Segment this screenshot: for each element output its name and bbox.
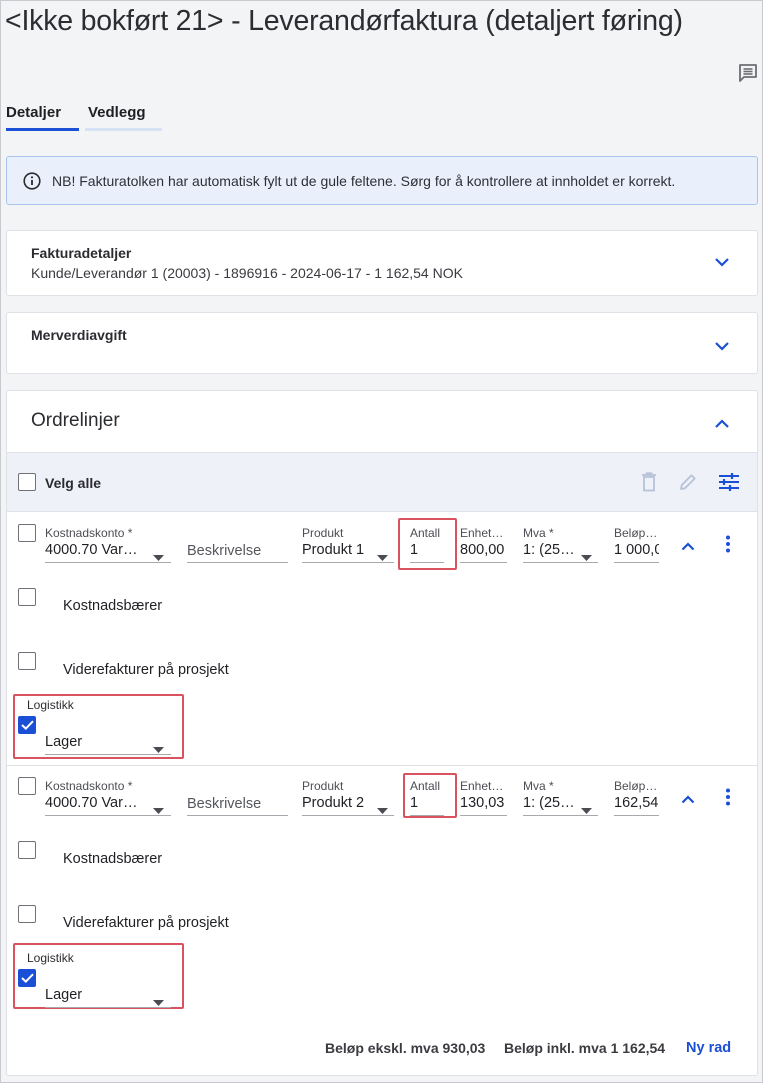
line-2-warehouse-underline bbox=[45, 1007, 171, 1008]
line-2-warehouse-value[interactable]: Lager bbox=[45, 987, 125, 1003]
line-2-logistics-label: Logistikk bbox=[27, 951, 74, 965]
line-1-amount-label: Beløp inkl. mva bbox=[614, 526, 659, 540]
line-1-warehouse-value[interactable]: Lager bbox=[45, 734, 125, 750]
line-2-quantity-label: Antall bbox=[410, 779, 441, 793]
line-2-cost-account-label: Kostnadskonto * bbox=[45, 779, 133, 793]
total-incl-vat: Beløp inkl. mva 1 162,54 bbox=[504, 1040, 666, 1056]
line-2-vat-value[interactable]: 1: (25%) bbox=[523, 795, 575, 811]
select-all-label: Velg alle bbox=[45, 475, 102, 491]
line-1-unit-price-label: Enhetspris bbox=[460, 526, 507, 540]
line-1-unit-price-value[interactable]: 800,00 bbox=[460, 542, 507, 558]
line-1-checkbox[interactable] bbox=[18, 524, 36, 542]
tab-details[interactable]: Detaljer bbox=[6, 104, 61, 121]
line-2-quantity-value[interactable]: 1 bbox=[410, 795, 444, 811]
pencil-icon[interactable] bbox=[678, 472, 698, 497]
line-1-cost-account-underline bbox=[45, 562, 171, 563]
dropdown-arrow-icon[interactable] bbox=[153, 801, 164, 819]
line-2-checkbox[interactable] bbox=[18, 777, 36, 795]
vat-title: Merverdiavgift bbox=[31, 327, 127, 343]
dropdown-arrow-icon[interactable] bbox=[153, 740, 164, 758]
line-2-amount-underline bbox=[614, 815, 659, 816]
line-2-cost-carrier-checkbox[interactable] bbox=[18, 841, 36, 859]
tab-attachments[interactable]: Vedlegg bbox=[88, 104, 146, 121]
invoice-details-title: Fakturadetaljer bbox=[31, 245, 132, 261]
vat-card[interactable] bbox=[6, 312, 758, 374]
line-1-amount-underline bbox=[614, 562, 659, 563]
comment-icon[interactable] bbox=[738, 63, 758, 88]
chevron-up-icon[interactable] bbox=[681, 538, 695, 556]
chevron-up-icon[interactable] bbox=[714, 416, 730, 434]
line-1-warehouse-underline bbox=[45, 754, 171, 755]
line-1-logistics-checkbox[interactable] bbox=[18, 716, 36, 734]
app-window: <Ikke bokført 21> - Leverandørfaktura (d… bbox=[0, 0, 763, 1083]
dropdown-arrow-icon[interactable] bbox=[377, 801, 388, 819]
new-row-button[interactable]: Ny rad bbox=[686, 1040, 731, 1056]
line-1-cost-account-value[interactable]: 4000.70 Varekjøp bbox=[45, 542, 145, 558]
line-1-logistics-label: Logistikk bbox=[27, 698, 74, 712]
line-2-description-underline bbox=[187, 815, 288, 816]
line-1-reinvoice-checkbox[interactable] bbox=[18, 652, 36, 670]
line-1-vat-value[interactable]: 1: (25%) bbox=[523, 542, 575, 558]
total-excl-vat: Beløp ekskl. mva 930,03 bbox=[325, 1040, 486, 1056]
line-1-product-underline bbox=[302, 562, 394, 563]
line-2-unit-price-label: Enhetspris bbox=[460, 779, 507, 793]
line-2-logistics-checkbox[interactable] bbox=[18, 969, 36, 987]
info-icon bbox=[23, 172, 41, 195]
page-title: <Ikke bokført 21> - Leverandørfaktura (d… bbox=[5, 5, 683, 37]
line-2-description-field[interactable]: Beskrivelse bbox=[187, 796, 261, 812]
line-1-reinvoice-label: Viderefakturer på prosjekt bbox=[63, 662, 229, 678]
line-2-cost-account-underline bbox=[45, 815, 171, 816]
line-1-product-value[interactable]: Produkt 1 bbox=[302, 542, 372, 558]
line-1-vat-label: Mva * bbox=[523, 526, 554, 540]
line-2-vat-label: Mva * bbox=[523, 779, 554, 793]
line-1-quantity-label: Antall bbox=[410, 526, 441, 540]
line-2-product-value[interactable]: Produkt 2 bbox=[302, 795, 372, 811]
line-1-unit-price-underline bbox=[460, 562, 507, 563]
line-2-cost-account-value[interactable]: 4000.70 Varekjøp bbox=[45, 795, 145, 811]
more-vertical-icon[interactable] bbox=[725, 535, 731, 558]
line-2-unit-price-value[interactable]: 130,03 bbox=[460, 795, 507, 811]
line-1-quantity-value[interactable]: 1 bbox=[410, 542, 444, 558]
line-1-quantity-underline bbox=[410, 562, 444, 563]
line-1-cost-carrier-label: Kostnadsbærer bbox=[63, 598, 163, 614]
dropdown-arrow-icon[interactable] bbox=[581, 801, 592, 819]
line-1-amount-value[interactable]: 1 000,00 bbox=[614, 542, 659, 558]
line-2-amount-value[interactable]: 162,54 bbox=[614, 795, 659, 811]
dropdown-arrow-icon[interactable] bbox=[153, 548, 164, 566]
dropdown-arrow-icon[interactable] bbox=[377, 548, 388, 566]
line-2-product-underline bbox=[302, 815, 394, 816]
info-message: NB! Fakturatolken har automatisk fylt ut… bbox=[52, 173, 676, 189]
line-2-quantity-underline bbox=[410, 815, 444, 816]
chevron-down-icon[interactable] bbox=[714, 254, 730, 272]
line-2-reinvoice-label: Viderefakturer på prosjekt bbox=[63, 915, 229, 931]
dropdown-arrow-icon[interactable] bbox=[581, 548, 592, 566]
line-1-cost-carrier-checkbox[interactable] bbox=[18, 588, 36, 606]
line-2-product-label: Produkt bbox=[302, 779, 344, 793]
invoice-details-summary: Kunde/Leverandør 1 (20003) - 1896916 - 2… bbox=[31, 265, 463, 281]
chevron-down-icon[interactable] bbox=[714, 338, 730, 356]
line-1-cost-account-label: Kostnadskonto * bbox=[45, 526, 133, 540]
line-2-unit-price-underline bbox=[460, 815, 507, 816]
line-2-amount-label: Beløp inkl. mva bbox=[614, 779, 659, 793]
chevron-up-icon[interactable] bbox=[681, 791, 695, 809]
tab-details-underline bbox=[6, 128, 79, 131]
more-vertical-icon[interactable] bbox=[725, 788, 731, 811]
tab-attachments-underline bbox=[85, 128, 162, 131]
line-divider bbox=[7, 765, 757, 766]
dropdown-arrow-icon[interactable] bbox=[153, 993, 164, 1011]
line-1-description-field[interactable]: Beskrivelse bbox=[187, 543, 261, 559]
line-1-vat-underline bbox=[523, 562, 598, 563]
trash-icon[interactable] bbox=[641, 472, 657, 497]
order-lines-title: Ordrelinjer bbox=[31, 410, 120, 431]
line-2-cost-carrier-label: Kostnadsbærer bbox=[63, 851, 163, 867]
line-1-product-label: Produkt bbox=[302, 526, 344, 540]
invoice-details-card[interactable] bbox=[6, 230, 758, 296]
sliders-icon[interactable] bbox=[718, 473, 740, 496]
line-2-reinvoice-checkbox[interactable] bbox=[18, 905, 36, 923]
line-1-description-underline bbox=[187, 562, 288, 563]
line-2-vat-underline bbox=[523, 815, 598, 816]
select-all-checkbox[interactable] bbox=[18, 473, 36, 491]
